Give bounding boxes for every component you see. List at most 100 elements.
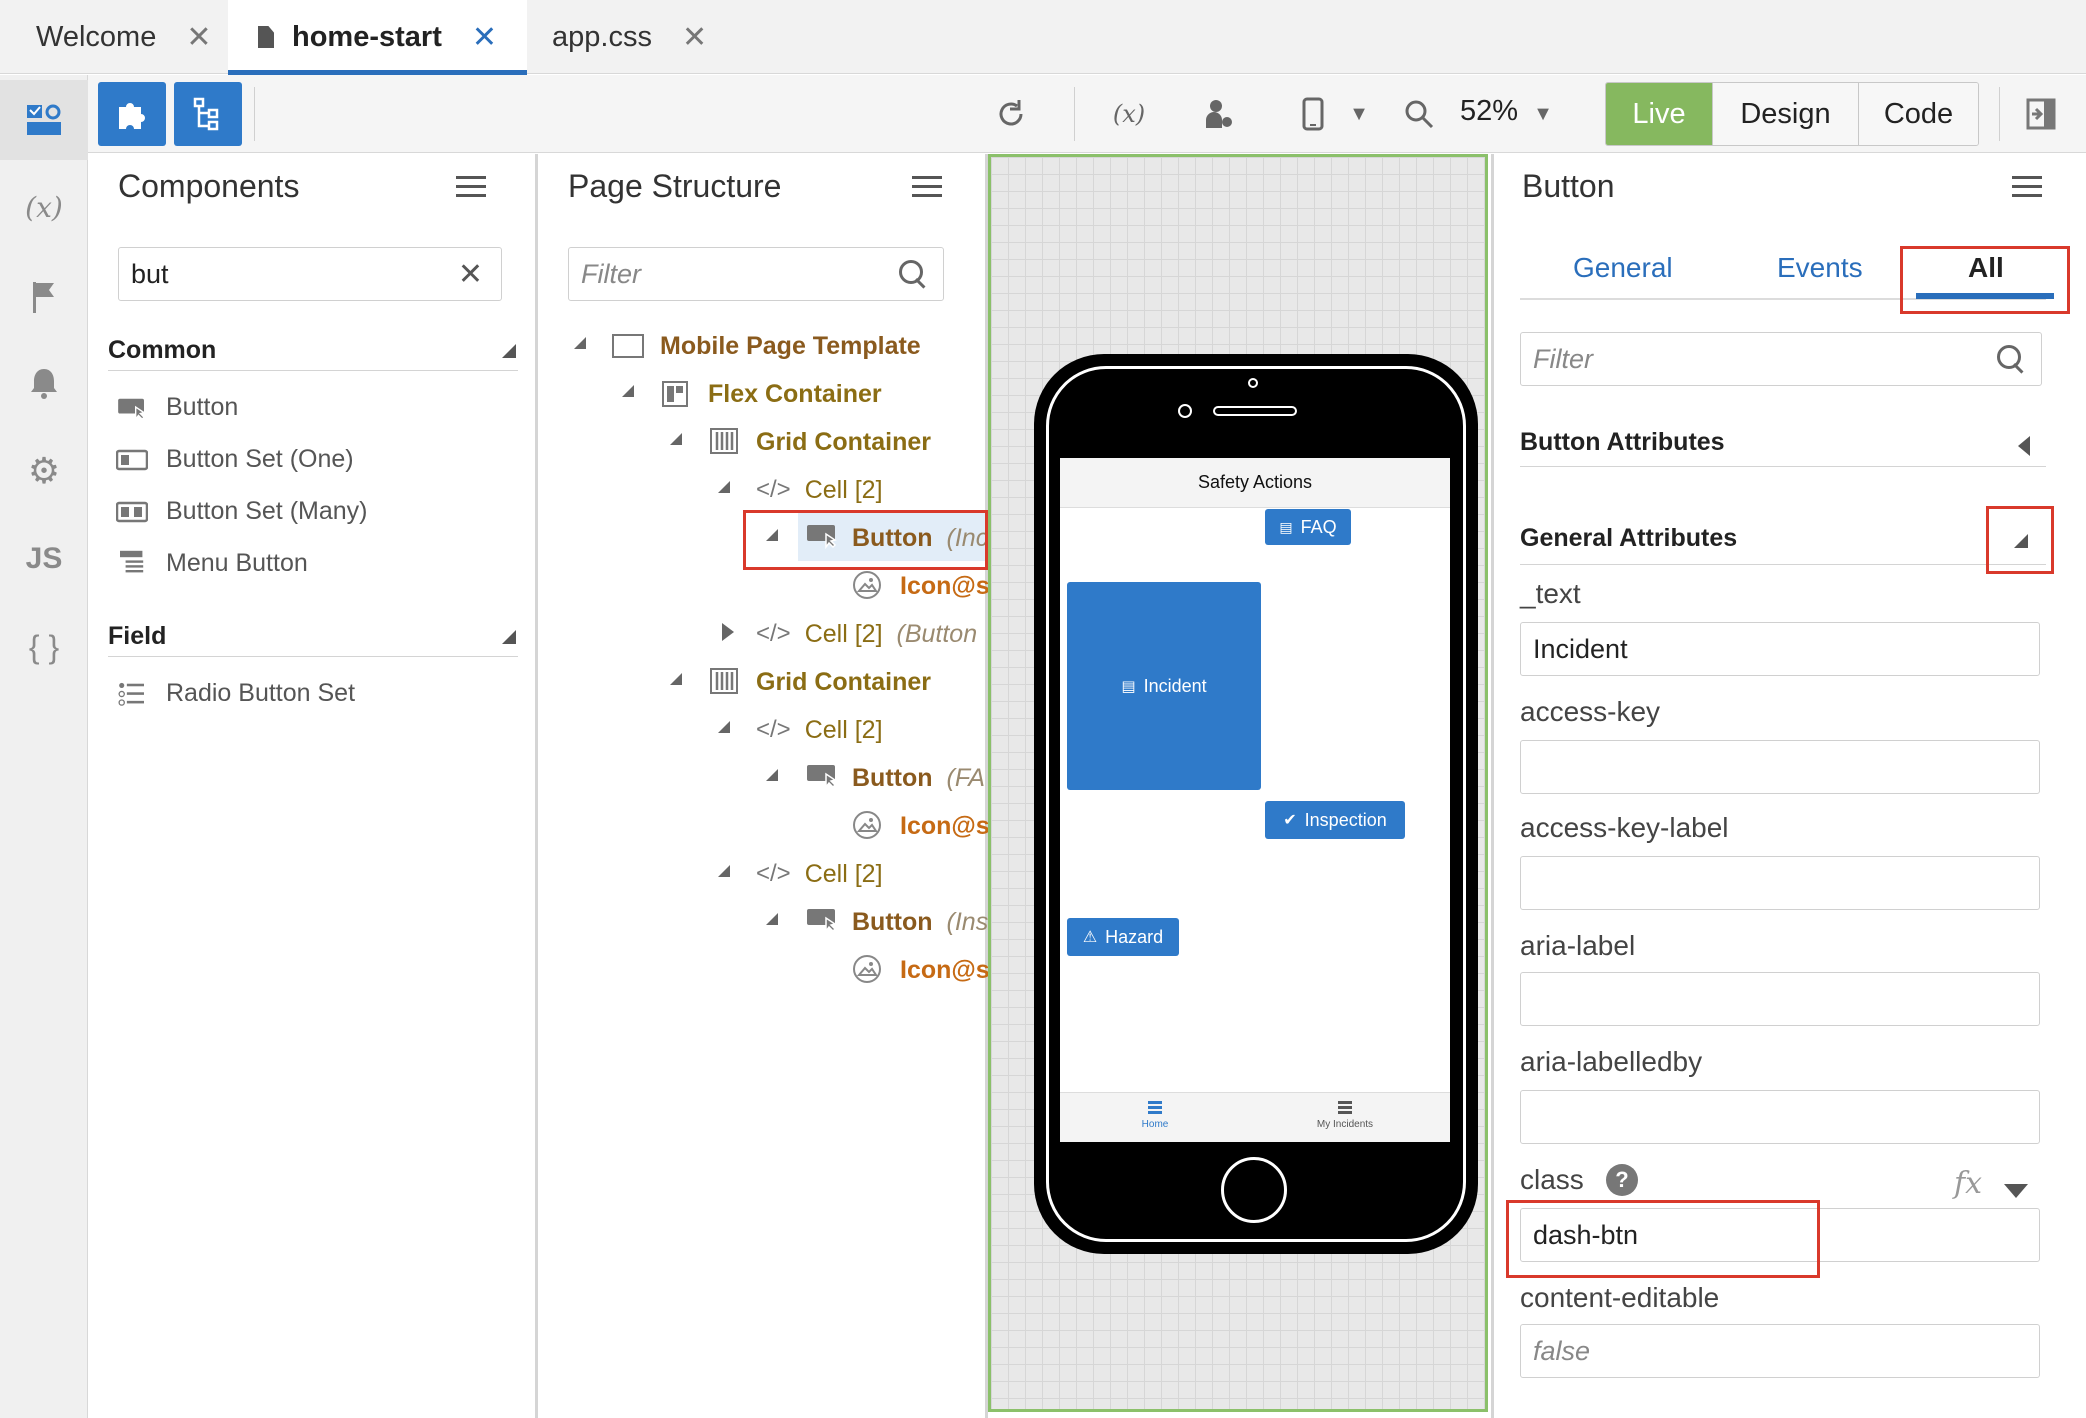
tree-node-cell[interactable]: </> Cell [2]	[756, 470, 883, 510]
live-mode-button[interactable]: Live	[1606, 83, 1712, 145]
property-filter-input[interactable]: Filter	[1520, 332, 2042, 386]
hazard-button[interactable]: ⚠ Hazard	[1067, 918, 1179, 956]
search-value: but	[131, 258, 169, 289]
collapse-panel-icon[interactable]	[2016, 89, 2066, 139]
expression-icon[interactable]: fx	[1954, 1166, 1982, 1201]
close-icon[interactable]: ✕	[186, 20, 211, 55]
expand-caret-icon[interactable]	[718, 721, 730, 733]
code-mode-button[interactable]: Code	[1858, 83, 1978, 145]
check-icon: ✔	[1283, 812, 1297, 829]
inspection-button[interactable]: ✔ Inspection	[1265, 801, 1405, 839]
warning-icon: ⚠	[1082, 929, 1098, 946]
toolbar-divider	[254, 87, 255, 141]
variable-bind-icon[interactable]: (𝑥)	[1104, 89, 1154, 139]
search-icon[interactable]	[1995, 343, 2027, 375]
collapse-icon[interactable]	[502, 344, 516, 358]
nav-my-incidents[interactable]: My Incidents	[1285, 1101, 1405, 1130]
chevron-down-icon[interactable]: ▼	[1334, 89, 1384, 139]
flag-icon[interactable]	[0, 257, 88, 337]
tree-node-icon[interactable]: Icon@s	[900, 950, 990, 990]
tree-node-button-faq[interactable]: Button (FA	[852, 758, 985, 798]
section-heading[interactable]: Field	[108, 622, 166, 651]
menu-icon[interactable]	[2012, 176, 2042, 202]
access-key-label-input[interactable]	[1520, 856, 2040, 910]
close-icon[interactable]: ✕	[682, 20, 707, 55]
components-toggle-button[interactable]	[98, 82, 166, 146]
tab-general[interactable]: General	[1573, 252, 1673, 284]
chevron-down-icon[interactable]: ▼	[1518, 89, 1568, 139]
chevron-down-icon[interactable]	[2004, 1184, 2028, 1198]
roles-icon[interactable]	[1194, 89, 1244, 139]
menu-icon[interactable]	[456, 176, 486, 202]
tree-node-icon[interactable]: Icon@s	[900, 806, 990, 846]
designer-icon[interactable]	[0, 80, 88, 160]
expand-caret-icon[interactable]	[622, 385, 634, 397]
section-heading[interactable]: Common	[108, 336, 216, 365]
component-item-button[interactable]: Button	[166, 393, 238, 422]
divider	[1520, 564, 2046, 565]
tree-node-flex-container[interactable]: Flex Container	[708, 374, 882, 414]
expand-caret-icon[interactable]	[766, 769, 778, 781]
tab-welcome[interactable]: Welcome ✕	[36, 0, 211, 74]
json-icon[interactable]: { }	[0, 607, 88, 687]
component-search-input[interactable]: but ✕	[118, 247, 502, 301]
design-mode-button[interactable]: Design	[1712, 83, 1858, 145]
zoom-icon	[1394, 89, 1444, 139]
expand-caret-icon[interactable]	[718, 865, 730, 877]
section-heading[interactable]: Button Attributes	[1520, 428, 1725, 457]
expand-left-icon[interactable]	[2018, 436, 2030, 456]
help-icon[interactable]: ?	[1606, 1164, 1638, 1196]
bell-icon[interactable]	[0, 343, 88, 423]
close-icon[interactable]: ✕	[472, 20, 497, 55]
text-property-input[interactable]: Incident	[1520, 622, 2040, 676]
component-item-button-set-one[interactable]: Button Set (One)	[166, 445, 354, 474]
expand-caret-icon[interactable]	[670, 433, 682, 445]
expand-caret-icon[interactable]	[574, 337, 586, 349]
expand-caret-icon[interactable]	[766, 913, 778, 925]
icon-node-icon	[853, 571, 881, 599]
tree-node-icon[interactable]: Icon@s	[900, 566, 990, 606]
divider	[1520, 466, 2046, 467]
tree-node-button-inspection[interactable]: Button (Ins	[852, 902, 988, 942]
expand-caret-icon[interactable]	[718, 481, 730, 493]
clear-icon[interactable]: ✕	[458, 257, 483, 292]
tree-node-grid-container[interactable]: Grid Container	[756, 422, 931, 462]
aria-labelledby-input[interactable]	[1520, 1090, 2040, 1144]
component-item-radio-button-set[interactable]: Radio Button Set	[166, 679, 355, 708]
nav-home[interactable]: Home	[1095, 1101, 1215, 1130]
tab-app-css[interactable]: app.css ✕	[552, 0, 707, 74]
tree-node-mobile-page-template[interactable]: Mobile Page Template	[660, 326, 921, 366]
toolbar-divider	[1074, 87, 1075, 141]
expand-caret-icon[interactable]	[670, 673, 682, 685]
search-icon[interactable]	[897, 258, 929, 290]
tree-node-grid-container[interactable]: Grid Container	[756, 662, 931, 702]
expand-caret-icon[interactable]	[722, 623, 734, 641]
variables-icon[interactable]: (𝑥)	[0, 167, 88, 247]
structure-filter-input[interactable]: Filter	[568, 247, 944, 301]
tree-node-cell[interactable]: </> Cell [2] (Button	[756, 614, 977, 654]
faq-button[interactable]: ▤ FAQ	[1265, 509, 1351, 545]
tab-home-start[interactable]: home-start ✕	[228, 0, 527, 75]
button-set-one-icon	[116, 449, 148, 471]
radio-set-icon	[118, 682, 144, 706]
incident-button[interactable]: ▤ Incident	[1067, 582, 1261, 790]
zoom-level[interactable]: 52%	[1460, 95, 1518, 128]
collapse-icon[interactable]	[502, 630, 516, 644]
tree-node-cell[interactable]: </> Cell [2]	[756, 710, 883, 750]
tree-node-cell[interactable]: </> Cell [2]	[756, 854, 883, 894]
gear-icon[interactable]: ⚙	[0, 431, 88, 511]
javascript-icon[interactable]: JS	[0, 519, 88, 599]
grid-container-icon	[710, 428, 738, 454]
menu-icon[interactable]	[912, 176, 942, 202]
component-item-menu-button[interactable]: Menu Button	[166, 549, 308, 578]
content-editable-input[interactable]: false	[1520, 1324, 2040, 1378]
tab-events[interactable]: Events	[1777, 252, 1863, 284]
section-heading[interactable]: General Attributes	[1520, 524, 1737, 553]
access-key-input[interactable]	[1520, 740, 2040, 794]
structure-toggle-button[interactable]	[174, 82, 242, 146]
component-item-button-set-many[interactable]: Button Set (Many)	[166, 497, 367, 526]
icon-node-icon	[853, 955, 881, 983]
refresh-icon[interactable]	[986, 89, 1036, 139]
aria-label-input[interactable]	[1520, 972, 2040, 1026]
device-icon[interactable]	[1288, 89, 1338, 139]
